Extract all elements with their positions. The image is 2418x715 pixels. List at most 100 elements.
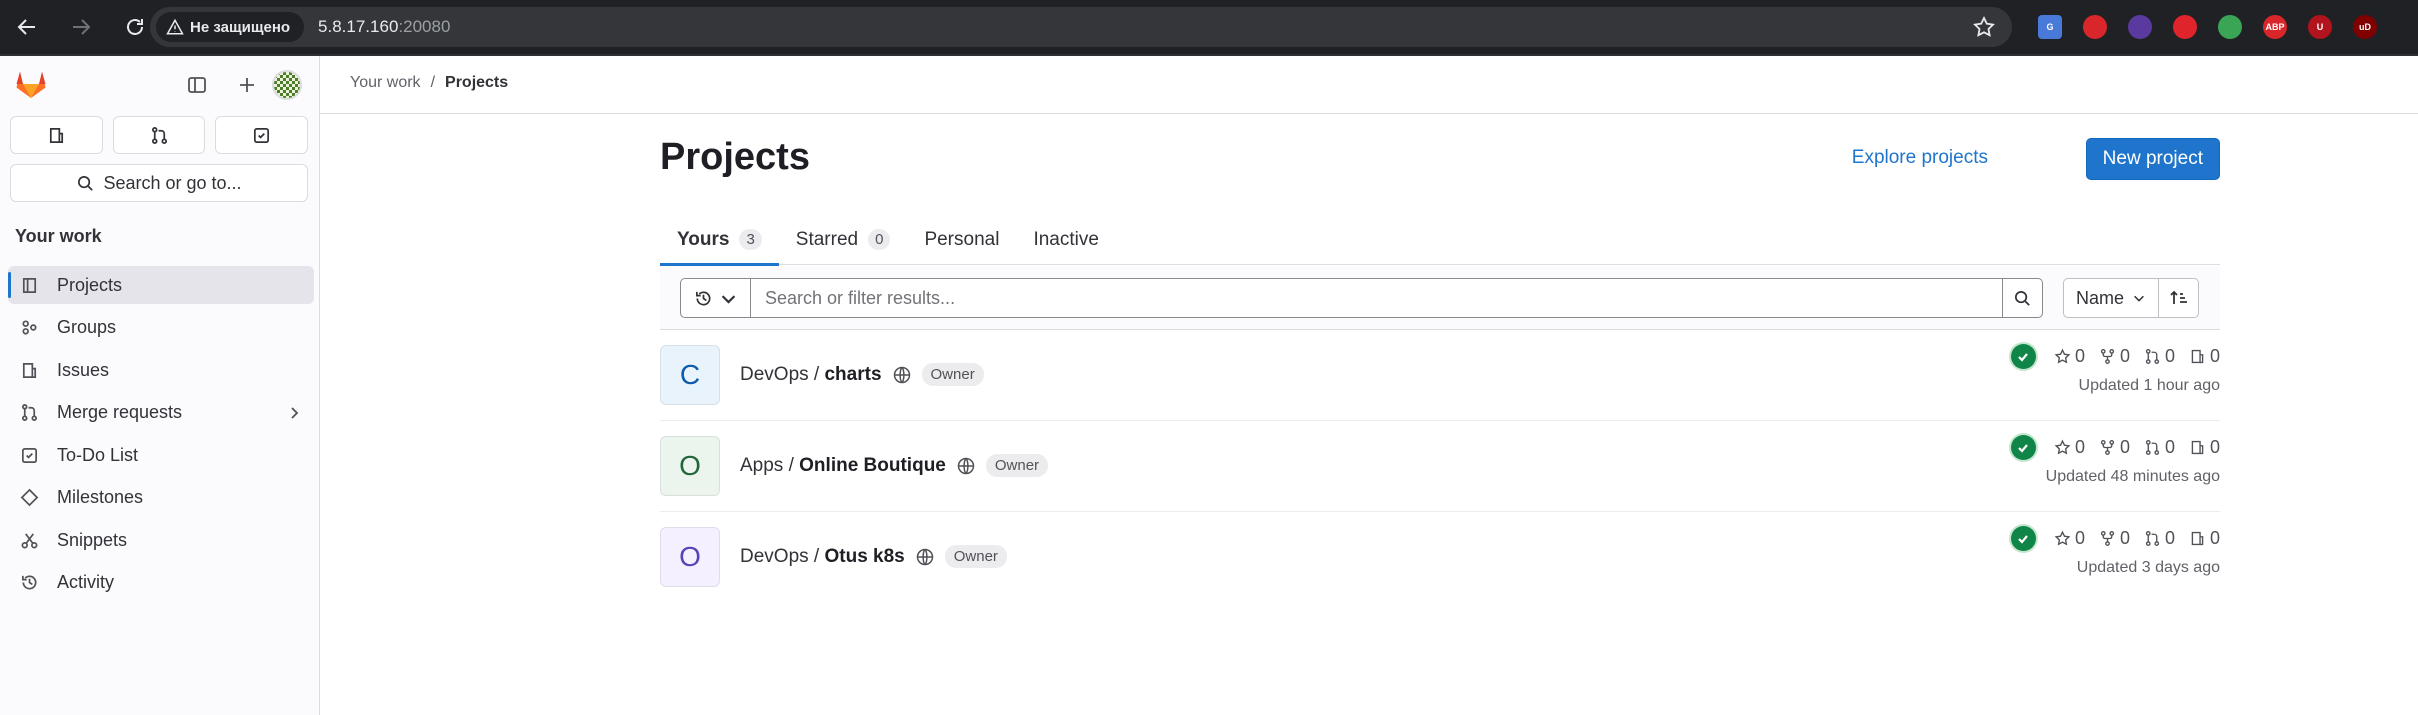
- sidebar-item-issues[interactable]: Issues: [8, 351, 314, 389]
- pipeline-status-icon[interactable]: [2010, 526, 2036, 551]
- fork-icon: [2100, 349, 2115, 364]
- sidebar-item-merge-requests[interactable]: Merge requests: [8, 394, 314, 432]
- sidebar-item-snippets[interactable]: Snippets: [8, 521, 314, 559]
- sidebar-item-label: Milestones: [57, 487, 144, 507]
- sidebar-item-label: To-Do List: [57, 444, 139, 465]
- sidebar-item-label: Groups: [57, 317, 117, 337]
- stars-count[interactable]: 0: [2054, 528, 2085, 549]
- search-submit-button[interactable]: [2003, 278, 2043, 318]
- back-button[interactable]: [0, 0, 54, 54]
- forks-count[interactable]: 0: [2099, 528, 2130, 549]
- merge-requests-count[interactable]: 0: [2144, 437, 2175, 458]
- red-circle-extension-icon[interactable]: [2083, 15, 2107, 39]
- merge-requests-button[interactable]: [112, 116, 206, 154]
- stars-count[interactable]: 0: [2054, 346, 2085, 367]
- sidebar-toggle-button[interactable]: [182, 70, 212, 100]
- search-label: Search or go to...: [103, 172, 242, 193]
- tab-count: 0: [868, 229, 891, 250]
- search-input[interactable]: Search or filter results...: [750, 278, 2003, 318]
- gitlab-logo-icon[interactable]: [14, 68, 48, 100]
- sidebar-nav: Projects Groups Issues Merge requests To…: [8, 266, 314, 606]
- puzzle-color-extension-icon[interactable]: [2218, 15, 2242, 39]
- page-title: Projects: [660, 136, 810, 178]
- issues-count[interactable]: 0: [2189, 528, 2220, 549]
- role-badge: Owner: [944, 545, 1007, 568]
- tab-label: Yours: [677, 228, 730, 250]
- forks-count[interactable]: 0: [2099, 437, 2130, 458]
- merge-requests-count[interactable]: 0: [2144, 528, 2175, 549]
- project-stats: 0 0 0 0: [2010, 526, 2220, 551]
- todos-button[interactable]: [215, 116, 309, 154]
- ublock-extension-icon[interactable]: uD: [2353, 15, 2377, 39]
- red-hand-extension-icon[interactable]: [2173, 15, 2197, 39]
- project-list: C DevOps / charts Owner 0 0 0 0 Updated …: [660, 330, 2220, 603]
- user-avatar[interactable]: [272, 70, 302, 100]
- project-avatar[interactable]: O: [660, 436, 720, 496]
- project-row: O DevOps / Otus k8s Owner 0 0 0 0 Update…: [660, 512, 2220, 603]
- tab-yours[interactable]: Yours 3: [660, 214, 779, 266]
- adblock-plus-extension-icon[interactable]: ABP: [2263, 15, 2287, 39]
- globe-icon: [916, 548, 933, 565]
- updated-time: Updated 3 days ago: [2076, 559, 2220, 576]
- bookmark-star-icon[interactable]: [1972, 15, 1996, 39]
- address-bar[interactable]: Не защищено 5.8.17.160:20080: [150, 7, 2012, 47]
- issues-count[interactable]: 0: [2189, 437, 2220, 458]
- check-icon: [2018, 352, 2029, 362]
- tab-inactive[interactable]: Inactive: [1016, 214, 1115, 265]
- breadcrumb-your-work[interactable]: Your work: [350, 74, 421, 92]
- sort-field-dropdown[interactable]: Name: [2063, 278, 2159, 318]
- project-avatar[interactable]: O: [660, 527, 720, 587]
- sort-direction-button[interactable]: [2159, 278, 2199, 318]
- create-new-button[interactable]: [232, 70, 262, 100]
- todo-icon: [21, 447, 38, 463]
- purple-ext-extension-icon[interactable]: [2128, 15, 2152, 39]
- new-project-button[interactable]: New project: [2085, 138, 2220, 180]
- project-title: DevOps / charts Owner: [740, 363, 984, 386]
- project-link[interactable]: Apps / Online Boutique: [740, 455, 946, 477]
- project-link[interactable]: DevOps / Otus k8s: [740, 546, 905, 568]
- stat-value: 0: [2074, 346, 2085, 366]
- pipeline-status-icon[interactable]: [2010, 344, 2036, 369]
- todo-icon: [254, 127, 270, 143]
- pipeline-status-icon[interactable]: [2010, 435, 2036, 460]
- u-ext-extension-icon[interactable]: U: [2308, 15, 2332, 39]
- project-avatar[interactable]: C: [660, 345, 720, 405]
- project-name: charts: [824, 363, 882, 385]
- tab-starred[interactable]: Starred 0: [779, 214, 908, 265]
- project-link[interactable]: DevOps / charts: [740, 364, 882, 386]
- project-icon: [22, 277, 37, 293]
- project-stats: 0 0 0 0: [2010, 344, 2220, 369]
- browser-toolbar: Не защищено 5.8.17.160:20080 G ABP UuD: [0, 0, 2418, 54]
- forward-button[interactable]: [54, 0, 108, 54]
- chevron-down-icon: [721, 294, 735, 304]
- sidebar-item-label: Snippets: [57, 529, 128, 550]
- translate-extension-icon[interactable]: G: [2038, 15, 2062, 39]
- sidebar-item-activity[interactable]: Activity: [8, 564, 314, 602]
- breadcrumb-current[interactable]: Projects: [445, 74, 508, 92]
- sidebar-item-groups[interactable]: Groups: [8, 309, 314, 347]
- site-security-chip[interactable]: Не защищено: [156, 12, 305, 42]
- issues-icon: [49, 127, 63, 143]
- search-or-go-to-button[interactable]: Search or go to...: [10, 164, 308, 202]
- fork-icon: [2100, 531, 2115, 546]
- issues-count[interactable]: 0: [2189, 346, 2220, 367]
- assigned-issues-button[interactable]: [10, 116, 103, 154]
- explore-projects-link[interactable]: Explore projects: [1852, 147, 1988, 169]
- merge-request-icon: [21, 404, 38, 421]
- issues-icon: [22, 362, 37, 378]
- project-name: Online Boutique: [799, 454, 946, 476]
- history-icon: [695, 291, 711, 306]
- top-bar: Your work / Projects: [320, 56, 2418, 114]
- updated-time: Updated 1 hour ago: [2078, 377, 2220, 394]
- tab-personal[interactable]: Personal: [907, 214, 1016, 265]
- extensions-bar: G ABP UuD: [2038, 0, 2377, 54]
- stars-count[interactable]: 0: [2054, 437, 2085, 458]
- forks-count[interactable]: 0: [2099, 346, 2130, 367]
- sidebar-item-milestones[interactable]: Milestones: [8, 479, 314, 517]
- sidebar-item-todo-list[interactable]: To-Do List: [8, 436, 314, 474]
- recent-searches-dropdown[interactable]: [680, 278, 750, 318]
- merge-requests-count[interactable]: 0: [2144, 346, 2175, 367]
- arrow-left-icon: [17, 19, 35, 35]
- sidebar-item-label: Issues: [57, 359, 110, 380]
- sidebar-item-projects[interactable]: Projects: [8, 266, 314, 304]
